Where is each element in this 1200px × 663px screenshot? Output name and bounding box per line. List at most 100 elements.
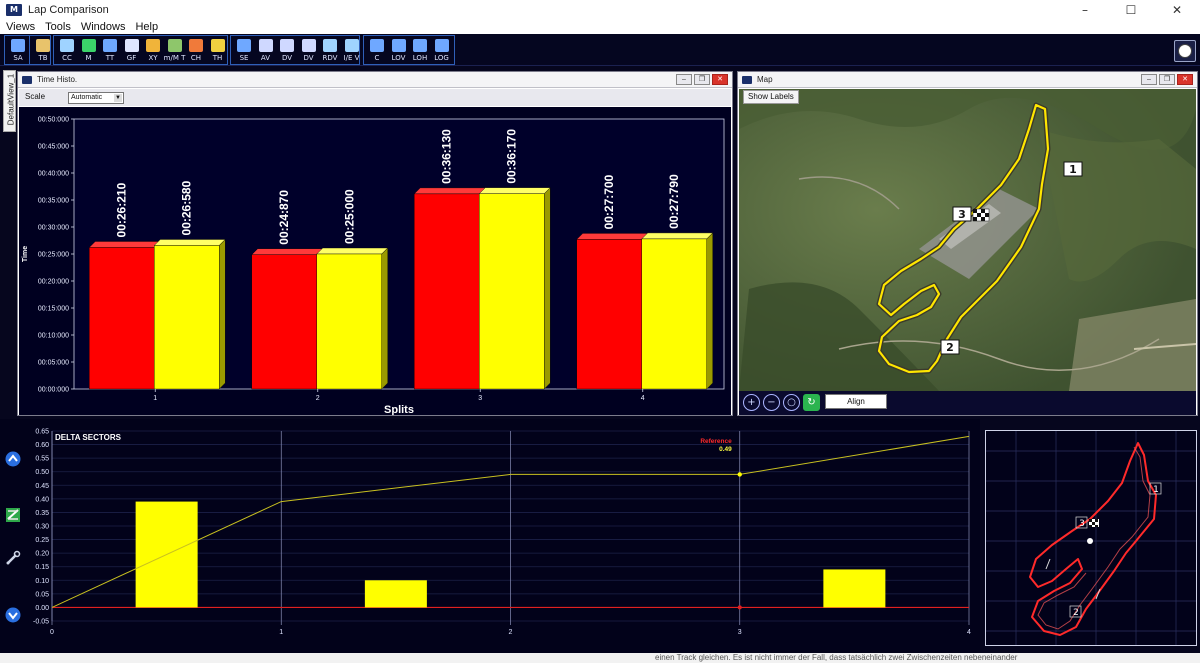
- histo-bar: [316, 247, 389, 390]
- panel-minimize-button[interactable]: –: [1141, 74, 1157, 85]
- panel-close-button[interactable]: ✕: [1177, 74, 1193, 85]
- toolbar-button-m-m-t[interactable]: m/M T: [164, 38, 186, 66]
- menu-bar: Views Tools Windows Help: [0, 20, 1200, 34]
- toolbar-button-c[interactable]: C: [366, 38, 388, 66]
- toolbar-button-se[interactable]: SE: [233, 38, 255, 66]
- application-window: M Lap Comparison – ☐ ✕ Views Tools Windo…: [0, 0, 1200, 663]
- toolbar-button-tt[interactable]: TT: [99, 38, 121, 66]
- delta-bar: [364, 580, 427, 608]
- delta-bar: [823, 569, 886, 608]
- toolbar-button-label: LOG: [434, 54, 449, 62]
- toolbar-button-label: SA: [13, 54, 23, 62]
- satellite-map[interactable]: 1 2 3 Show Labels: [739, 89, 1196, 391]
- wave-icon: [60, 39, 74, 52]
- map-toolbar: + − ○ ↻ Align: [739, 391, 1196, 415]
- delta-y-tick-label: 0.65: [35, 429, 49, 436]
- stack-icon: [301, 39, 316, 52]
- toolbar-group: C LOV LOH LOG: [363, 35, 455, 65]
- histogram-icon: [210, 39, 225, 52]
- bar-data-label: 00:25:000: [342, 189, 356, 244]
- map-marker-2-label: 2: [946, 341, 954, 354]
- toolbar-button-ch[interactable]: CH: [185, 38, 207, 66]
- toolbar-button-label: XY: [148, 54, 158, 62]
- toolbar-button-i-e-v[interactable]: I/E V: [341, 38, 363, 66]
- map-marker-3: 3: [952, 206, 972, 222]
- histo-bar: [641, 232, 714, 390]
- scale-select[interactable]: Automatic ▼: [68, 92, 124, 104]
- time-histo-titlebar: Time Histo. – ❐ ✕: [18, 72, 732, 88]
- toolbar-button-label: RDV: [322, 54, 338, 62]
- chevron-down-icon: ▼: [114, 94, 122, 102]
- toolbar-button-label: CC: [62, 54, 72, 62]
- x-tick-label: 3: [478, 395, 482, 402]
- minimize-button[interactable]: –: [1062, 0, 1108, 20]
- toolbar-button-label: M: [85, 54, 92, 62]
- y-tick-label: 00:45:000: [38, 144, 69, 151]
- delta-y-tick-label: 0.25: [35, 537, 49, 544]
- view-tab[interactable]: DefaultView_1: [3, 70, 16, 132]
- toolbar-button-av[interactable]: AV: [255, 38, 277, 66]
- align-button[interactable]: Align: [825, 394, 887, 409]
- toolbar-button-label: GF: [126, 54, 137, 62]
- view-tab-label: DefaultView_1: [6, 73, 16, 126]
- track-view-icon[interactable]: ↻: [803, 394, 820, 411]
- toolbar-group: SE AV DV DV RDV I/E V: [230, 35, 360, 65]
- arrow-down-icon[interactable]: [5, 607, 21, 623]
- menu-help[interactable]: Help: [135, 21, 158, 33]
- wrench-icon[interactable]: [5, 550, 21, 566]
- mini-marker-2: 2: [1069, 605, 1082, 618]
- toolbar-button-th[interactable]: TH: [207, 38, 229, 66]
- panel-logo-icon: [22, 75, 32, 84]
- toolbar-button-sa[interactable]: SA: [7, 38, 29, 66]
- zoom-out-icon[interactable]: −: [763, 394, 780, 411]
- monitor-icon: [258, 39, 273, 52]
- delta-sectors-panel: -0.05 0.00 0.05 0.10 0.15 0.20 0.25 0.30 0.35 0.4…: [0, 419, 980, 653]
- toolbar-button-loh[interactable]: LOH: [409, 38, 431, 66]
- bars-icon: [189, 39, 203, 52]
- toolbar-button-rdv[interactable]: RDV: [319, 38, 341, 66]
- zoom-in-icon[interactable]: +: [743, 394, 760, 411]
- y-tick-label: 00:05:000: [38, 360, 69, 367]
- toolbar-button-dv[interactable]: DV: [298, 38, 320, 66]
- toolbar-button-dv[interactable]: DV: [276, 38, 298, 66]
- clock-button[interactable]: [1174, 40, 1196, 62]
- panel-minimize-button[interactable]: –: [676, 74, 692, 85]
- close-button[interactable]: ✕: [1154, 0, 1200, 20]
- checkered-flag-icon: [972, 208, 990, 222]
- menu-views[interactable]: Views: [6, 21, 35, 33]
- toolbar-button-lov[interactable]: LOV: [388, 38, 410, 66]
- toolbar-button-tb[interactable]: TB: [32, 38, 54, 66]
- bar-data-label: 00:36:170: [505, 129, 519, 184]
- toolbar-button-log[interactable]: LOG: [431, 38, 453, 66]
- delta-x-tick-label: 3: [738, 629, 742, 636]
- bar-data-label: 00:26:210: [115, 182, 129, 237]
- mini-checkered-flag-icon: [1089, 519, 1099, 527]
- panel-restore-button[interactable]: ❐: [694, 74, 710, 85]
- delta-x-tick-label: 0: [50, 629, 54, 636]
- maximize-button[interactable]: ☐: [1108, 0, 1154, 20]
- y-axis-label: Time: [22, 246, 29, 262]
- toolbar-button-m[interactable]: M: [78, 38, 100, 66]
- mini-track-map: 1 2 3: [985, 430, 1197, 646]
- mini-marker-2-label: 2: [1073, 608, 1079, 618]
- import-icon: [344, 39, 359, 52]
- delta-y-tick-label: -0.05: [33, 619, 49, 626]
- show-labels-button[interactable]: Show Labels: [743, 90, 799, 104]
- chart-settings-icon[interactable]: [5, 507, 21, 523]
- reference-zero-point: [737, 605, 742, 610]
- x-tick-label: 2: [316, 395, 320, 402]
- menu-windows[interactable]: Windows: [81, 21, 126, 33]
- panel-restore-button[interactable]: ❐: [1159, 74, 1175, 85]
- y-tick-label: 00:40:000: [38, 171, 69, 178]
- bar-data-label: 00:26:580: [180, 180, 194, 235]
- menu-tools[interactable]: Tools: [45, 21, 71, 33]
- y-tick-label: 00:25:000: [38, 252, 69, 259]
- x-tick-label: 4: [641, 395, 645, 402]
- panel-close-button[interactable]: ✕: [712, 74, 728, 85]
- toolbar-button-gf[interactable]: GF: [121, 38, 143, 66]
- histo-bar: [88, 240, 161, 390]
- zoom-fit-icon[interactable]: ○: [783, 394, 800, 411]
- toolbar-button-xy[interactable]: XY: [142, 38, 164, 66]
- arrow-up-icon[interactable]: [5, 451, 21, 467]
- toolbar-button-cc[interactable]: CC: [56, 38, 78, 66]
